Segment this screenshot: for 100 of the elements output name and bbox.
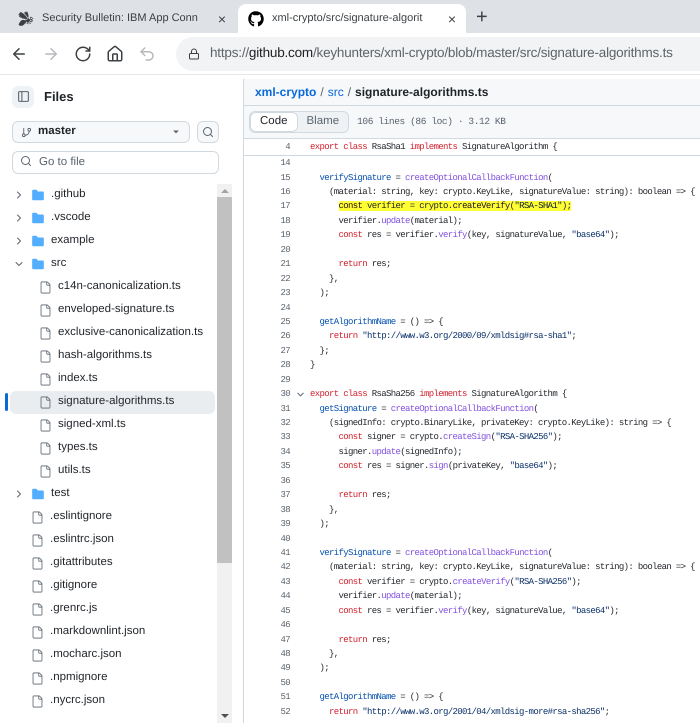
file-item[interactable]: .gitignore [10, 574, 215, 598]
sidebar-title: Files [44, 88, 74, 106]
file-icon [31, 602, 44, 616]
file-icon [39, 418, 52, 432]
breadcrumb-current: signature-algorithms.ts [355, 84, 488, 101]
file-item[interactable]: .eslintignore [10, 506, 215, 528]
code-line: return "http://www.w3.org/2000/09/xmldsig#rsa-sha1"; [328, 332, 576, 342]
file-item[interactable]: .mocharc.json [10, 644, 215, 666]
file-icon [39, 372, 52, 386]
folder-item[interactable]: .vscode [10, 206, 215, 230]
line-number: 44 [279, 592, 290, 602]
file-item[interactable]: signed-xml.ts [10, 414, 215, 436]
file-item[interactable]: types.ts [10, 436, 215, 460]
file-item[interactable]: c14n-canonicalization.ts [10, 276, 215, 298]
line-number: 26 [279, 332, 290, 342]
code-line: signer.update(signedInfo); [338, 448, 462, 457]
line-number: 31 [279, 404, 290, 414]
address-bar[interactable]: https://github.com/keyhunters/xml-crypto/blob/master/src/signature-algorithms.ts [176, 36, 700, 70]
folder-icon [31, 234, 45, 248]
file-item[interactable]: .gitattributes [10, 552, 215, 574]
breadcrumb-separator: / [348, 84, 352, 101]
code-line: getAlgorithmName = () => { [318, 693, 444, 702]
tab-title: xml-crypto/src/signature-algorit [272, 11, 424, 26]
code-line: return res; [338, 260, 391, 270]
folder-item[interactable]: .github [10, 184, 215, 206]
file-icon [39, 280, 52, 294]
search-button[interactable] [197, 121, 219, 143]
url-text: https://github.com/keyhunters/xml-crypto/blob/master/src/signature-algorithms.ts [210, 44, 673, 62]
line-number: 52 [279, 708, 290, 717]
file-icon [39, 464, 52, 478]
branch-selector[interactable]: master [12, 121, 190, 143]
file-item[interactable]: exclusive-canonicalization.ts [10, 322, 215, 344]
file-item[interactable]: hash-algorithms.ts [10, 344, 215, 368]
code-line: getAlgorithmName = () => { [318, 318, 444, 327]
file-item[interactable]: .eslintrc.json [10, 528, 215, 552]
bee-icon [18, 10, 34, 26]
view-tab[interactable]: Code [250, 112, 298, 132]
search-field[interactable]: Go to file [12, 150, 219, 174]
selection-indicator [5, 393, 8, 411]
folder-icon [31, 487, 45, 501]
reload-button[interactable] [74, 44, 92, 62]
file-item[interactable]: .grenrc.js [10, 598, 215, 620]
file-icon [31, 672, 44, 684]
breadcrumb-link[interactable]: xml-crypto [255, 83, 316, 101]
sidebar-panel-icon [16, 90, 30, 103]
line-number: 29 [279, 376, 290, 385]
file-item[interactable]: signature-algorithms.ts [10, 390, 215, 414]
scrollbar[interactable] [217, 184, 232, 723]
file-icon [31, 580, 44, 592]
code-line: }, [328, 274, 339, 284]
folder-item[interactable]: src [10, 252, 215, 276]
file-item[interactable]: utils.ts [10, 460, 215, 482]
line-number: 24 [279, 304, 290, 313]
line-number: 34 [279, 448, 290, 457]
file-icon [39, 304, 52, 316]
line-number: 19 [279, 231, 290, 240]
code-line: verifySignature = createOptionalCallbackFunction( [318, 548, 552, 558]
line-number: 46 [279, 621, 290, 630]
code-line: return "http://www.w3.org/2001/04/xmldsig-more#rsa-sha256"; [328, 708, 610, 717]
line-number: 25 [279, 318, 290, 327]
home-button[interactable] [106, 44, 124, 62]
line-number: 27 [279, 346, 290, 356]
file-icon [31, 626, 44, 638]
close-tab-button[interactable]: × [448, 12, 456, 26]
file-item[interactable]: .nycrc.json [10, 690, 215, 712]
browser-tab[interactable]: xml-crypto/src/signature-algorit × [238, 4, 466, 33]
new-tab-button[interactable]: + [476, 6, 488, 26]
folder-item[interactable]: test [10, 482, 215, 506]
line-number: 30 [279, 390, 290, 400]
line-number: 49 [279, 664, 290, 674]
line-number: 45 [279, 606, 290, 616]
code-line: const res = signer.sign(privateKey, "base64"); [338, 462, 558, 472]
line-number: 18 [279, 216, 290, 226]
file-item[interactable]: .npmignore [10, 666, 215, 690]
folder-item[interactable]: example [10, 230, 215, 252]
folder-icon [31, 211, 45, 225]
line-number: 36 [279, 476, 290, 486]
file-item[interactable]: .markdownlint.json [10, 620, 215, 644]
view-tab[interactable]: Blame [298, 112, 348, 132]
branch-icon [21, 126, 32, 138]
line-number: 41 [279, 548, 290, 558]
lock-icon [188, 48, 200, 60]
sidebar-toggle-button[interactable] [12, 86, 34, 108]
line-number: 20 [279, 246, 290, 255]
file-icon [31, 648, 44, 662]
line-number: 16 [279, 188, 290, 198]
tab-title: Security Bulletin: IBM App Conn [42, 11, 199, 26]
file-icon [39, 350, 52, 362]
search-icon [202, 126, 214, 138]
cat-logo-icon [248, 10, 264, 26]
code-line: const res = verifier.verify(key, signatureValue, "base64"); [338, 606, 619, 616]
breadcrumb-link[interactable]: src [328, 83, 344, 101]
line-number: 47 [279, 636, 290, 645]
file-item[interactable]: enveloped-signature.ts [10, 298, 215, 322]
close-tab-button[interactable]: × [218, 12, 226, 26]
file-icon [39, 396, 52, 408]
code-line: const res = verifier.verify(key, signatureValue, "base64"); [338, 231, 619, 240]
file-item[interactable]: index.ts [10, 368, 215, 390]
code-line: (material: string, key: crypto.KeyLike, signatureValue: string): boolean => { [328, 563, 695, 572]
code-line: }, [328, 506, 339, 515]
